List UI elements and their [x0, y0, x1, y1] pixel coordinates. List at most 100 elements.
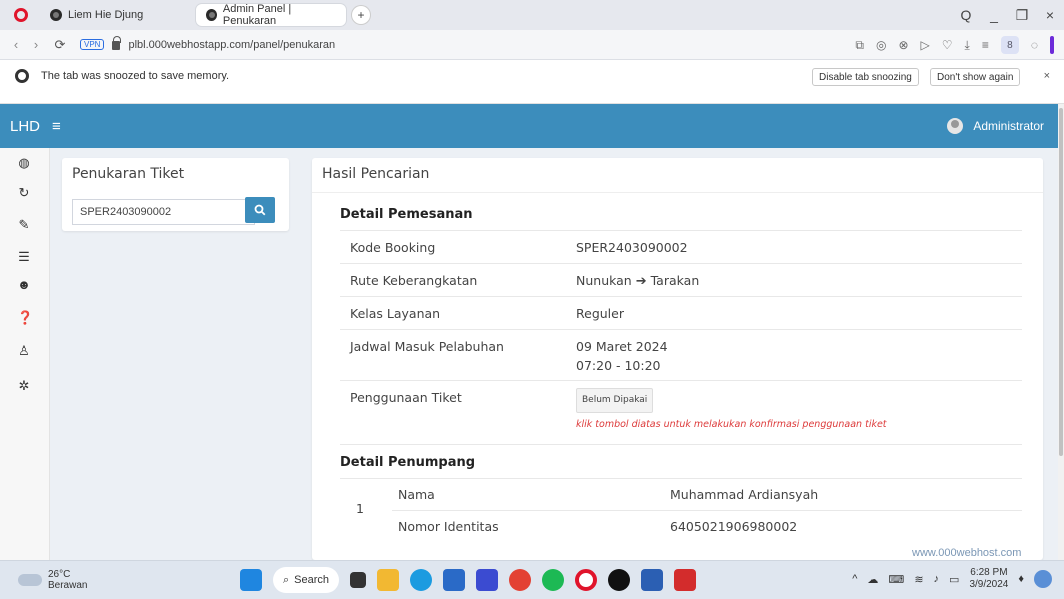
keyboard-icon[interactable]: ⌨: [888, 573, 904, 586]
row-label: Kode Booking: [350, 240, 436, 255]
tiktok-icon[interactable]: [608, 569, 630, 591]
database-icon[interactable]: ☰: [17, 250, 31, 264]
detail-row: Kode Booking SPER2403090002: [340, 230, 1022, 263]
task-view-icon[interactable]: [350, 572, 366, 588]
browser-tab-label: Liem Hie Djung: [68, 9, 144, 21]
browser-toolbar: ⧉ ◎ ⊗ ▷ ♡ ⤓ ≡ 8 ◌: [855, 30, 1054, 60]
captain-icon[interactable]: ♙: [17, 344, 31, 358]
profile-button[interactable]: 8: [1000, 36, 1019, 54]
row-label: Jadwal Masuk Pelabuhan: [350, 339, 504, 354]
forward-icon[interactable]: ›: [26, 37, 46, 52]
detail-row: Jadwal Masuk Pelabuhan 09 Maret 2024 07:…: [340, 329, 1022, 380]
taskbar-search-label: Search: [294, 574, 330, 586]
ticket-icon[interactable]: ✎: [17, 218, 31, 232]
zoom-icon[interactable]: [476, 569, 498, 591]
volume-icon[interactable]: ♪: [934, 573, 940, 585]
refresh-icon[interactable]: ↻: [17, 186, 31, 200]
new-tab-button[interactable]: +: [352, 6, 370, 24]
weather-widget[interactable]: 26°C Berawan: [18, 569, 87, 591]
search-button[interactable]: [245, 197, 275, 223]
lock-icon[interactable]: [112, 36, 122, 50]
ticket-usage-value: Belum Dipakai klik tombol diatas untuk m…: [576, 388, 887, 434]
settings-icon[interactable]: ✲: [17, 379, 31, 393]
opera-icon[interactable]: [575, 569, 597, 591]
help-icon[interactable]: ❓: [17, 311, 33, 325]
file-explorer-icon[interactable]: [377, 569, 399, 591]
route-value: Nunukan ➔ Tarakan: [576, 271, 699, 291]
battery-icon[interactable]: ▭: [949, 573, 959, 586]
windows-start-icon[interactable]: [240, 569, 262, 591]
disable-snoozing-button[interactable]: Disable tab snoozing: [812, 68, 919, 86]
url-field[interactable]: plbl.000webhostapp.com/panel/penukaran: [128, 39, 335, 51]
search-result-panel: Hasil Pencarian Detail Pemesanan Kode Bo…: [312, 158, 1043, 560]
close-window-button[interactable]: ×: [1036, 7, 1064, 23]
opera-icon: [15, 69, 29, 83]
schedule-value: 09 Maret 2024 07:20 - 10:20: [576, 337, 668, 375]
vpn-badge[interactable]: VPN: [80, 39, 105, 50]
taskbar-search[interactable]: ⌕ Search: [273, 567, 339, 593]
detail-row: Kelas Layanan Reguler: [340, 296, 1022, 329]
edge-icon[interactable]: [410, 569, 432, 591]
avatar: [947, 118, 964, 134]
status-badge-button[interactable]: Belum Dipakai: [576, 388, 654, 413]
dashboard-icon[interactable]: ◍: [17, 156, 31, 170]
wifi-icon[interactable]: ≋: [914, 573, 923, 586]
passenger-id: 6405021906980002: [670, 519, 798, 534]
opera-logo-icon[interactable]: [14, 8, 28, 22]
acrobat-icon[interactable]: [674, 569, 696, 591]
download-icon[interactable]: ⤓: [965, 38, 970, 53]
extension-icon[interactable]: ⊗: [898, 38, 908, 52]
app-header: LHD ≡ Administrator: [0, 104, 1058, 148]
close-icon[interactable]: ×: [1044, 70, 1050, 82]
menu-icon[interactable]: ≡: [982, 38, 989, 52]
chrome-icon[interactable]: [509, 569, 531, 591]
sidebar: ◍ ↻ ✎ ☰ ☻ ❓ ♙ ✲: [0, 148, 50, 560]
passenger-number: 1: [356, 501, 364, 516]
row-label: Rute Keberangkatan: [350, 273, 478, 288]
store-icon[interactable]: [443, 569, 465, 591]
snooze-message: The tab was snoozed to save memory.: [41, 70, 230, 82]
booking-search-input[interactable]: SPER2403090002: [72, 199, 255, 225]
onedrive-icon[interactable]: ☁: [867, 573, 878, 586]
restore-button[interactable]: ❐: [1008, 7, 1036, 24]
spotify-icon[interactable]: [542, 569, 564, 591]
browser-tab[interactable]: Liem Hie Djung: [40, 4, 190, 26]
scrollbar-thumb[interactable]: [1059, 108, 1063, 456]
clock-date: 3/9/2024: [969, 579, 1009, 590]
clock-time: 6:28 PM: [970, 567, 1008, 578]
camera-icon[interactable]: ◎: [876, 38, 886, 52]
shield-icon[interactable]: ◌: [1031, 38, 1038, 52]
word-icon[interactable]: [641, 569, 663, 591]
dont-show-again-button[interactable]: Don't show again: [930, 68, 1021, 86]
route-to: Tarakan: [650, 273, 700, 288]
back-icon[interactable]: ‹: [6, 37, 26, 52]
schedule-time: 07:20 - 10:20: [576, 358, 661, 373]
page-scrollbar[interactable]: [1058, 104, 1064, 560]
play-icon[interactable]: ▷: [921, 38, 930, 52]
favicon-icon: [206, 9, 217, 21]
address-bar: ‹ › ⟳ VPN plbl.000webhostapp.com/panel/p…: [0, 30, 1064, 60]
copilot-icon[interactable]: [1034, 570, 1052, 588]
favicon-icon: [50, 9, 62, 21]
brand-logo[interactable]: LHD: [10, 118, 40, 135]
booking-section-heading: Detail Pemesanan: [340, 207, 473, 222]
weather-text: 26°C Berawan: [48, 569, 87, 591]
snapshot-icon[interactable]: ⧉: [855, 38, 864, 53]
passenger-section-heading: Detail Penumpang: [340, 455, 476, 470]
user-name: Administrator: [973, 119, 1044, 133]
browser-search-icon[interactable]: Q: [952, 7, 980, 23]
chevron-up-icon[interactable]: ^: [852, 573, 857, 585]
menu-toggle-icon[interactable]: ≡: [52, 118, 61, 135]
minimize-button[interactable]: _: [980, 7, 1008, 23]
browser-tab-active[interactable]: Admin Panel | Penukaran: [196, 3, 346, 27]
notification-bell-icon[interactable]: ♦: [1018, 573, 1024, 585]
browser-tab-strip: Liem Hie Djung Admin Panel | Penukaran +…: [0, 0, 1064, 30]
host-watermark[interactable]: www.000webhost.com: [912, 547, 1021, 559]
divider: [340, 444, 1022, 445]
user-menu[interactable]: Administrator: [947, 104, 1044, 148]
service-class-value: Reguler: [576, 306, 624, 321]
users-icon[interactable]: ☻: [17, 278, 31, 292]
reload-icon[interactable]: ⟳: [50, 37, 70, 53]
clock[interactable]: 6:28 PM 3/9/2024: [969, 567, 1008, 591]
heart-icon[interactable]: ♡: [942, 38, 953, 52]
